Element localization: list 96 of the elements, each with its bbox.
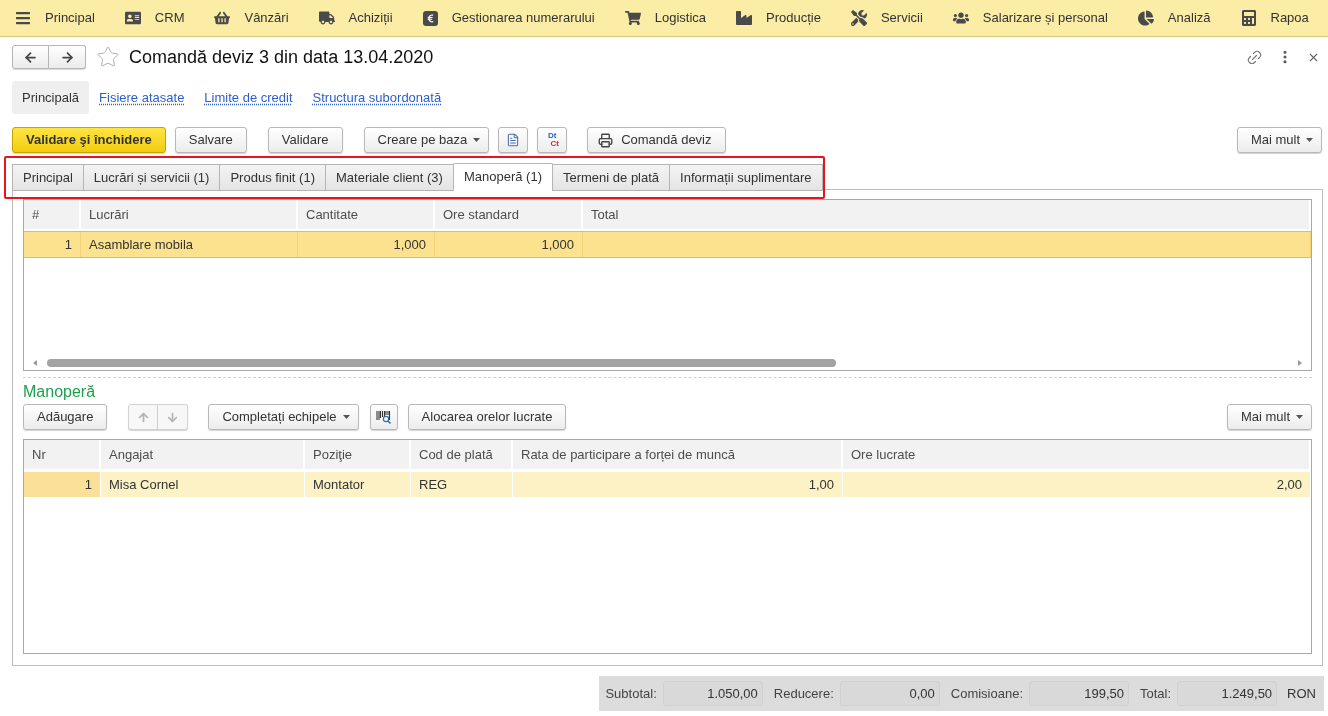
table-cell: Asamblare mobila bbox=[81, 232, 298, 257]
factory-icon bbox=[736, 10, 752, 26]
people-icon bbox=[952, 10, 969, 26]
menu-item[interactable]: Gestionarea numerarului bbox=[422, 8, 595, 28]
form-title: Comandă deviz 3 din data 13.04.2020 bbox=[129, 45, 434, 69]
column-header[interactable]: Cantitate bbox=[298, 200, 435, 229]
column-header[interactable]: Angajat bbox=[101, 440, 305, 469]
arrow-left-icon bbox=[23, 49, 38, 65]
more-button[interactable]: Mai mult bbox=[1236, 127, 1322, 153]
menu-item[interactable]: Vânzări bbox=[214, 8, 289, 28]
print-button[interactable]: Comandă deviz bbox=[587, 127, 726, 153]
ledger-button[interactable]: Dt Ct bbox=[537, 127, 568, 153]
table-cell: 1,00 bbox=[513, 472, 843, 497]
arrow-up-icon bbox=[137, 411, 149, 423]
caret-icon bbox=[473, 138, 481, 142]
dropdown-button[interactable]: Creare pe baza bbox=[363, 127, 490, 153]
tab[interactable]: Manoperă (1) bbox=[452, 163, 553, 190]
cart-icon bbox=[624, 10, 641, 26]
menu-icon bbox=[15, 10, 31, 26]
more-button[interactable]: Mai mult bbox=[1226, 404, 1312, 430]
caret-icon bbox=[342, 415, 350, 419]
table-cell: 1,000 bbox=[298, 232, 435, 257]
back-button[interactable] bbox=[12, 45, 49, 69]
truck-icon bbox=[318, 10, 335, 26]
toolbar-button[interactable]: Salvare bbox=[174, 127, 247, 153]
euro-icon bbox=[422, 10, 438, 26]
menu-item[interactable]: Principal bbox=[15, 8, 95, 28]
menu-item[interactable]: Logistica bbox=[624, 8, 706, 28]
section-link[interactable]: Fisiere atasate bbox=[89, 87, 195, 108]
table-cell: Montator bbox=[305, 472, 411, 497]
total-label: Comisioane: bbox=[950, 684, 1024, 703]
pie-chart-icon bbox=[1137, 10, 1154, 26]
scroll-right-icon[interactable] bbox=[1298, 360, 1302, 366]
table-cell: 1,000 bbox=[435, 232, 583, 257]
printer-icon bbox=[598, 132, 614, 148]
tab[interactable]: Lucrări și servicii (1) bbox=[82, 164, 221, 191]
table-cell: 1 bbox=[24, 472, 101, 497]
tab[interactable]: Termeni de plată bbox=[551, 164, 671, 191]
table-row[interactable]: 1 Asamblare mobila 1,000 1,000 bbox=[24, 231, 1311, 258]
menu-item[interactable]: Achiziții bbox=[318, 8, 393, 28]
barcode-search-button[interactable] bbox=[369, 404, 398, 430]
column-header[interactable]: Poziţie bbox=[305, 440, 411, 469]
toolbar-button[interactable]: Validare bbox=[267, 127, 343, 153]
document-icon bbox=[506, 133, 521, 147]
report-button[interactable] bbox=[498, 127, 529, 153]
forward-button[interactable] bbox=[49, 45, 86, 69]
column-header[interactable]: Ore standard bbox=[435, 200, 583, 229]
table-row[interactable]: 1 Misa Cornel Montator REG 1,00 2,00 bbox=[24, 471, 1311, 498]
arrow-down-icon bbox=[167, 411, 179, 423]
tools-icon bbox=[850, 10, 867, 26]
column-header[interactable]: Lucrări bbox=[81, 200, 298, 229]
toolbar-button[interactable]: Adăugare bbox=[23, 404, 108, 430]
menu-item[interactable]: Producție bbox=[736, 8, 821, 28]
table-cell: Misa Cornel bbox=[101, 472, 305, 497]
menu-item[interactable]: Analiză bbox=[1137, 8, 1211, 28]
column-header[interactable]: Nr bbox=[24, 440, 101, 469]
scroll-left-icon[interactable] bbox=[33, 360, 37, 366]
menu-item[interactable]: Salarizare și personal bbox=[952, 8, 1108, 28]
total-field: 199,50 bbox=[1029, 681, 1130, 706]
scrollbar-thumb[interactable] bbox=[47, 359, 836, 367]
tab[interactable]: Informații suplimentare bbox=[669, 164, 823, 191]
primary-button[interactable]: Validare şi închidere bbox=[12, 127, 166, 153]
caret-icon bbox=[1296, 415, 1303, 419]
id-card-icon bbox=[124, 10, 141, 26]
calculator-icon bbox=[1240, 10, 1257, 26]
total-label: Total: bbox=[1140, 684, 1172, 703]
total-label: Reducere: bbox=[773, 684, 834, 703]
tab[interactable]: Produs finit (1) bbox=[219, 164, 326, 191]
menu-item[interactable]: Rapoa bbox=[1240, 8, 1309, 28]
toolbar-button[interactable]: Alocarea orelor lucrate bbox=[407, 404, 567, 430]
table-cell: REG bbox=[411, 472, 513, 497]
menu-item[interactable]: Servicii bbox=[850, 8, 923, 28]
caret-icon bbox=[1306, 138, 1313, 142]
total-field: 0,00 bbox=[839, 681, 940, 706]
column-header[interactable]: Cod de plată bbox=[411, 440, 513, 469]
section-link[interactable]: Structura subordonată bbox=[302, 87, 452, 108]
table-cell: 2,00 bbox=[843, 472, 1311, 497]
total-field: 1.050,00 bbox=[662, 681, 763, 706]
section-link[interactable]: Limite de credit bbox=[194, 87, 303, 108]
tab[interactable]: Principal bbox=[12, 164, 84, 191]
table-cell: 1 bbox=[24, 232, 81, 257]
column-header[interactable]: Rata de participare a forței de muncă bbox=[513, 440, 843, 469]
currency-label: RON bbox=[1287, 684, 1316, 703]
menu-item[interactable]: CRM bbox=[124, 8, 185, 28]
total-label: Subtotal: bbox=[605, 684, 657, 703]
total-field: 1.249,50 bbox=[1177, 681, 1278, 706]
section-tab[interactable]: Principală bbox=[12, 81, 90, 114]
column-header[interactable]: Total bbox=[583, 200, 1311, 229]
barcode-search-icon bbox=[375, 410, 392, 424]
tab[interactable]: Materiale client (3) bbox=[325, 164, 454, 191]
dropdown-button[interactable]: Completați echipele bbox=[208, 404, 359, 430]
star-icon[interactable] bbox=[96, 45, 120, 69]
column-header[interactable]: # bbox=[24, 200, 81, 229]
basket-icon bbox=[214, 10, 231, 26]
column-header[interactable]: Ore lucrate bbox=[843, 440, 1311, 469]
section-heading: Manoperă bbox=[23, 382, 96, 401]
